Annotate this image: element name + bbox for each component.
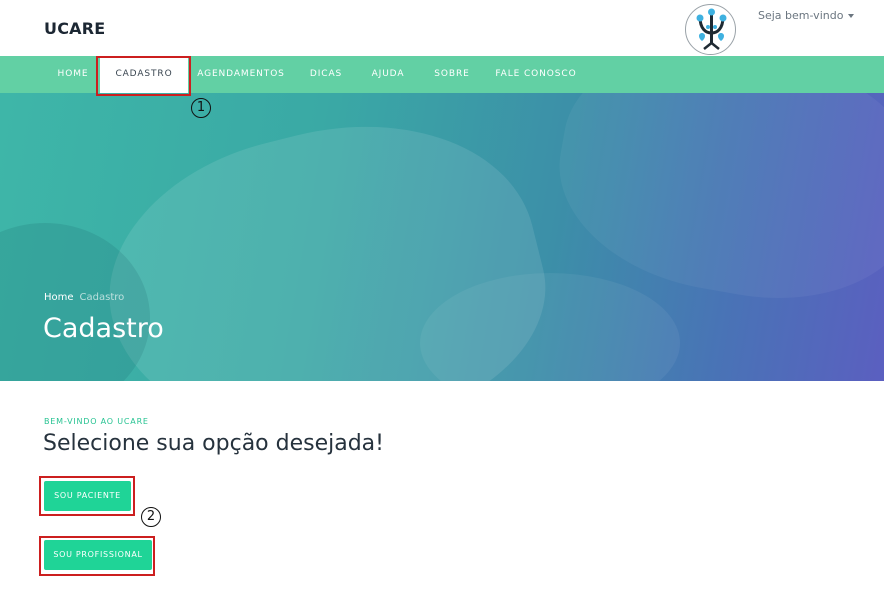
breadcrumb-current: Cadastro	[79, 292, 125, 303]
top-header: UCARE Seja bem-vindo	[0, 0, 884, 56]
nav-item-home[interactable]: HOME	[52, 56, 94, 93]
highlight-box-paciente	[39, 476, 135, 516]
nav-item-sobre[interactable]: SOBRE	[430, 56, 474, 93]
nav-item-ajuda[interactable]: AJUDA	[366, 56, 410, 93]
section-title: Selecione sua opção desejada!	[43, 431, 384, 456]
annotation-marker-2: 2	[141, 507, 161, 527]
nav-item-dicas[interactable]: DICAS	[304, 56, 348, 93]
section-subheading: BEM-VINDO AO UCARE	[44, 417, 149, 426]
nav-item-agendamentos[interactable]: AGENDAMENTOS	[196, 56, 286, 93]
breadcrumb-home-link[interactable]: Home	[44, 292, 74, 303]
highlight-box-profissional	[39, 536, 155, 576]
user-menu-label: Seja bem-vindo	[758, 9, 844, 22]
profile-avatar-logo[interactable]	[685, 4, 736, 55]
highlight-box-cadastro	[96, 56, 191, 96]
caret-down-icon	[848, 14, 855, 18]
breadcrumb: Home Cadastro	[44, 292, 124, 303]
psi-logo-icon	[696, 8, 727, 50]
nav-item-fale-conosco[interactable]: FALE CONOSCO	[492, 56, 580, 93]
annotation-marker-1: 1	[191, 98, 211, 118]
brand-logo-text[interactable]: UCARE	[44, 19, 105, 38]
user-menu-dropdown[interactable]: Seja bem-vindo	[758, 9, 855, 22]
page-title: Cadastro	[43, 313, 164, 344]
hero-banner: Home Cadastro Cadastro	[0, 93, 884, 381]
